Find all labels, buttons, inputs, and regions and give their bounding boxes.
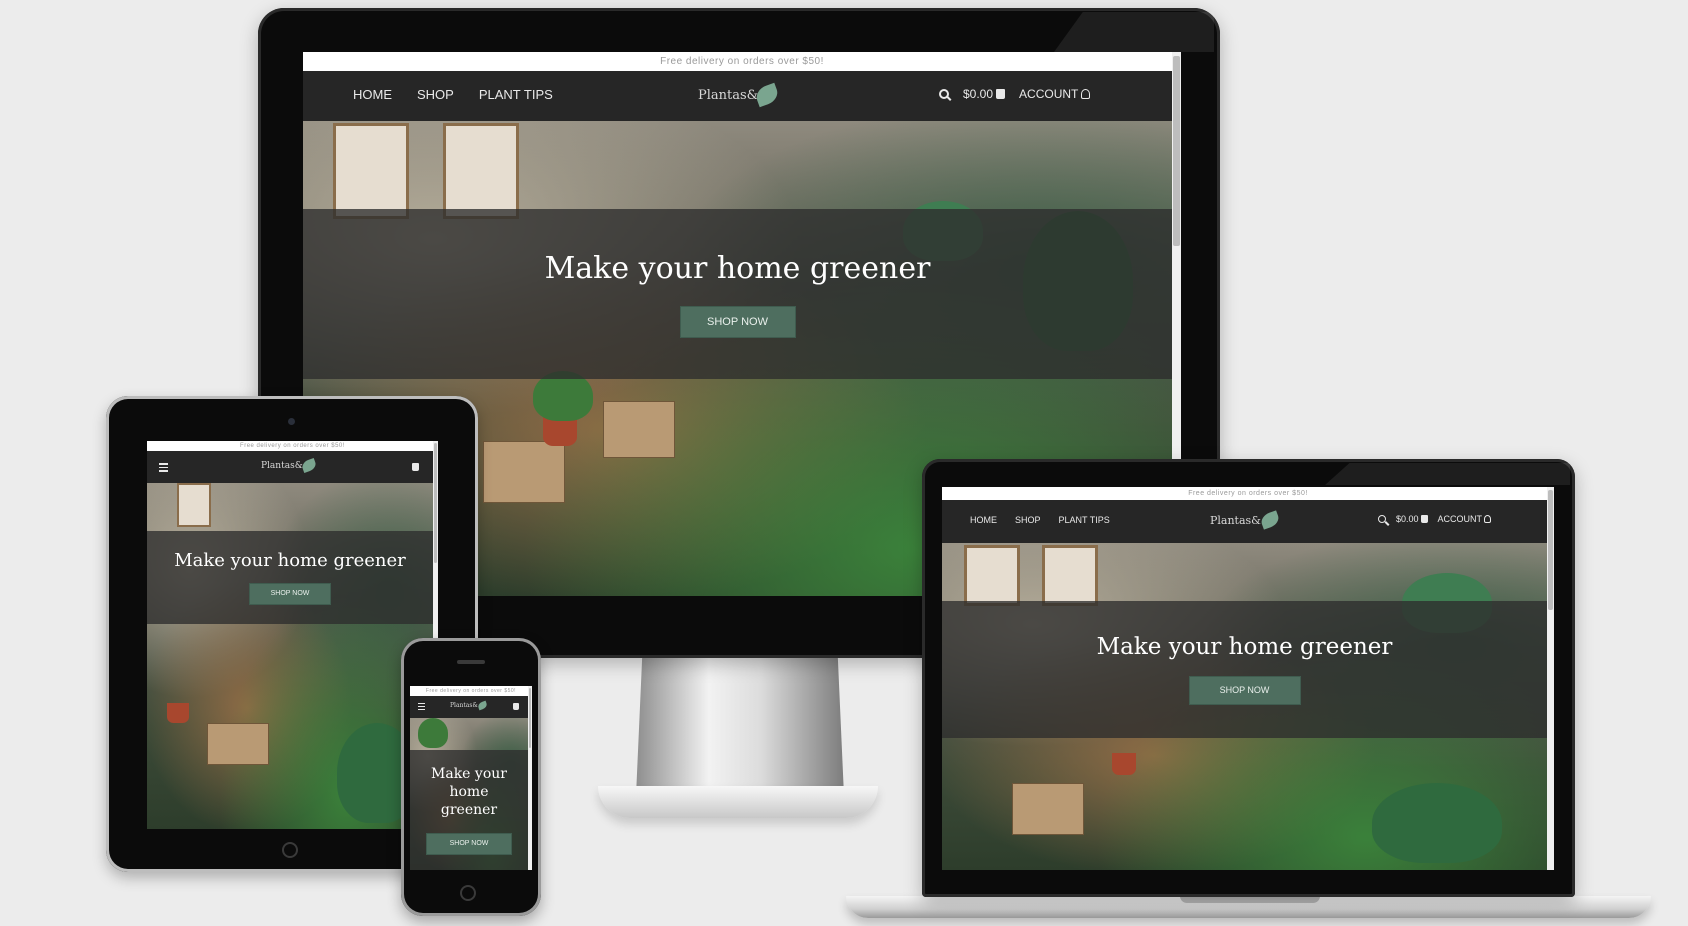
promo-bar: Free delivery on orders over $50! bbox=[942, 487, 1554, 500]
scrollbar-thumb[interactable] bbox=[529, 688, 531, 748]
site-logo[interactable]: Plantas& bbox=[450, 700, 488, 711]
wooden-box bbox=[207, 723, 269, 765]
monitor-stand-neck bbox=[636, 656, 844, 796]
hero-headline-text: Make your home greener bbox=[431, 766, 507, 818]
phone-screen: Free delivery on orders over $50! Planta… bbox=[410, 686, 532, 870]
shop-now-button[interactable]: SHOP NOW bbox=[249, 583, 331, 605]
logo-text: Plantas& bbox=[698, 87, 759, 103]
promo-text: Free delivery on orders over $50! bbox=[1188, 490, 1308, 497]
search-icon[interactable] bbox=[939, 89, 949, 99]
search-icon[interactable] bbox=[1378, 515, 1386, 523]
phone-speaker bbox=[457, 660, 485, 664]
hero-band: Make your home greener SHOP NOW bbox=[147, 531, 433, 624]
shopping-bag-icon[interactable] bbox=[513, 703, 519, 710]
site-logo[interactable]: Plantas& bbox=[261, 457, 318, 474]
promo-text: Free delivery on orders over $50! bbox=[240, 443, 345, 449]
main-nav: Plantas& bbox=[410, 696, 528, 718]
account-link[interactable]: ACCOUNT bbox=[1019, 87, 1091, 101]
plant-pot bbox=[167, 703, 189, 723]
shop-now-button[interactable]: SHOP NOW bbox=[679, 305, 796, 338]
cart-total: $0.00 bbox=[963, 87, 994, 101]
hero-image: Make your home greener SHOP NOW bbox=[942, 543, 1547, 870]
account-label: ACCOUNT bbox=[1019, 87, 1079, 101]
hamburger-menu-icon[interactable] bbox=[418, 703, 425, 710]
account-link[interactable]: ACCOUNT bbox=[1438, 514, 1492, 524]
scrollbar[interactable] bbox=[1547, 487, 1554, 870]
promo-text: Free delivery on orders over $50! bbox=[660, 56, 824, 67]
wall-frame bbox=[177, 483, 211, 527]
nav-home[interactable]: HOME bbox=[353, 87, 392, 102]
nav-home[interactable]: HOME bbox=[970, 515, 997, 525]
phone-home-button[interactable] bbox=[460, 885, 476, 901]
leaf-logo-icon bbox=[753, 82, 781, 108]
scrollbar-thumb[interactable] bbox=[1173, 56, 1180, 246]
hero-image: Make your home greener SHOP NOW bbox=[147, 483, 433, 829]
scrollbar[interactable] bbox=[528, 686, 532, 870]
shopping-bag-icon[interactable] bbox=[412, 463, 419, 471]
leaf-logo-icon bbox=[1259, 510, 1281, 530]
logo-text: Plantas& bbox=[261, 460, 303, 471]
shop-now-button[interactable]: SHOP NOW bbox=[426, 833, 512, 855]
plant bbox=[418, 718, 448, 748]
cart-total: $0.00 bbox=[1396, 514, 1419, 524]
hamburger-menu-icon[interactable] bbox=[159, 463, 168, 472]
nav-plant-tips[interactable]: PLANT TIPS bbox=[479, 87, 553, 102]
hero-image: Make your home greener SHOP NOW bbox=[410, 718, 528, 870]
plant bbox=[1372, 783, 1502, 863]
wall-frame bbox=[443, 123, 519, 219]
plant-pot bbox=[1112, 753, 1136, 775]
hero-headline: Make your home greener bbox=[429, 765, 509, 819]
tablet-camera bbox=[288, 418, 295, 425]
tablet-home-button[interactable] bbox=[282, 842, 298, 858]
monitor-stand-base bbox=[598, 786, 878, 818]
user-icon bbox=[1484, 515, 1492, 523]
site-logo[interactable]: Plantas& bbox=[1210, 510, 1281, 530]
shopping-bag-icon bbox=[996, 89, 1006, 99]
hero-band: Make your home greener SHOP NOW bbox=[303, 209, 1172, 379]
laptop-glare bbox=[1325, 463, 1570, 485]
scrollbar-thumb[interactable] bbox=[434, 443, 437, 563]
main-nav: HOME SHOP PLANT TIPS Plantas& $0.00 ACCO… bbox=[303, 71, 1172, 121]
scrollbar-thumb[interactable] bbox=[1548, 490, 1553, 610]
tablet-screen: Free delivery on orders over $50! Planta… bbox=[147, 441, 438, 829]
wall-frame bbox=[333, 123, 409, 219]
nav-shop[interactable]: SHOP bbox=[1015, 515, 1041, 525]
hero-headline: Make your home greener bbox=[174, 550, 406, 571]
logo-text: Plantas& bbox=[1210, 513, 1261, 527]
hero-headline: Make your home greener bbox=[1096, 634, 1393, 660]
promo-bar: Free delivery on orders over $50! bbox=[410, 686, 532, 696]
wooden-box bbox=[603, 401, 675, 458]
wooden-box bbox=[1012, 783, 1084, 835]
user-icon bbox=[1081, 89, 1091, 99]
wall-frame bbox=[1042, 545, 1098, 606]
hero-band: Make your home greener SHOP NOW bbox=[410, 750, 528, 870]
logo-text: Plantas& bbox=[450, 702, 478, 709]
promo-bar: Free delivery on orders over $50! bbox=[147, 441, 438, 451]
cart-link[interactable]: $0.00 bbox=[963, 87, 1006, 101]
hero-band: Make your home greener SHOP NOW bbox=[942, 601, 1547, 738]
wooden-box bbox=[483, 441, 565, 503]
shop-now-button[interactable]: SHOP NOW bbox=[1188, 676, 1301, 705]
main-nav: Plantas& bbox=[147, 451, 433, 483]
laptop-hinge-notch bbox=[1180, 896, 1320, 903]
wall-frame bbox=[964, 545, 1020, 606]
nav-shop[interactable]: SHOP bbox=[417, 87, 454, 102]
main-nav: HOME SHOP PLANT TIPS Plantas& $0.00 ACCO… bbox=[942, 500, 1547, 543]
laptop-screen: Free delivery on orders over $50! HOME S… bbox=[942, 487, 1554, 870]
account-label: ACCOUNT bbox=[1437, 514, 1483, 524]
hero-headline: Make your home greener bbox=[544, 250, 931, 286]
leaf-logo-icon bbox=[300, 457, 318, 474]
promo-bar: Free delivery on orders over $50! bbox=[303, 52, 1181, 71]
cart-link[interactable]: $0.00 bbox=[1396, 514, 1428, 524]
nav-plant-tips[interactable]: PLANT TIPS bbox=[1059, 515, 1110, 525]
site-logo[interactable]: Plantas& bbox=[698, 82, 781, 108]
shopping-bag-icon bbox=[1420, 515, 1428, 523]
leaf-logo-icon bbox=[476, 700, 488, 711]
promo-text: Free delivery on orders over $50! bbox=[425, 688, 517, 694]
